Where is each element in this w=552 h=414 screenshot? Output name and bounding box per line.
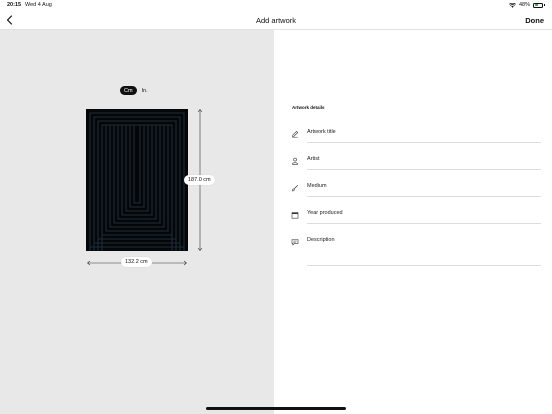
comment-icon: [291, 239, 299, 246]
status-bar: 20:15 Wed 4 Aug 48%: [0, 0, 552, 11]
status-indicators: 48%: [509, 2, 545, 8]
battery-percent: 48%: [518, 2, 530, 8]
medium-label: Medium: [307, 183, 327, 189]
home-indicator[interactable]: [206, 407, 346, 410]
artwork-image: [86, 109, 188, 251]
nav-bar: Add artwork Done: [0, 11, 552, 30]
year-produced-label: Year produced: [307, 210, 343, 216]
field-underline: [307, 264, 541, 265]
height-value[interactable]: 187.0 cm: [184, 175, 215, 185]
width-value[interactable]: 132.2 cm: [121, 257, 152, 267]
artwork-details-pane: Artwork details Artwork title Artist Med…: [274, 30, 552, 414]
description-field[interactable]: Description: [291, 236, 541, 265]
wifi-icon: [509, 2, 516, 8]
battery-icon: [533, 2, 543, 8]
battery-cap: [544, 3, 545, 7]
pencil-icon: [292, 130, 299, 138]
section-title: Artwork details: [292, 105, 325, 110]
field-underline: [307, 195, 541, 196]
field-underline: [307, 168, 541, 169]
done-button[interactable]: Done: [525, 16, 544, 25]
person-icon: [292, 157, 298, 165]
unit-cm-option[interactable]: Cm: [120, 86, 137, 95]
unit-in-option[interactable]: In.: [142, 88, 148, 94]
description-label: Description: [307, 237, 335, 243]
field-underline: [307, 141, 541, 142]
artwork-preview-pane: Cm In. 187.0 cm 132.2 cm: [0, 30, 274, 414]
artwork-title-label: Artwork title: [307, 129, 336, 135]
battery-fill: [534, 4, 539, 6]
artist-field[interactable]: Artist: [291, 155, 541, 169]
status-date: Wed 4 Aug: [25, 2, 52, 8]
field-underline: [307, 222, 541, 223]
status-time: 20:15: [7, 2, 22, 8]
artwork-title-field[interactable]: Artwork title: [291, 128, 541, 142]
medium-field[interactable]: Medium: [291, 182, 541, 196]
page-title: Add artwork: [255, 16, 297, 25]
unit-toggle: Cm In.: [120, 86, 148, 95]
artist-label: Artist: [307, 156, 320, 162]
calendar-icon: [291, 212, 299, 219]
brush-icon: [291, 184, 299, 192]
year-produced-field[interactable]: Year produced: [291, 209, 541, 223]
